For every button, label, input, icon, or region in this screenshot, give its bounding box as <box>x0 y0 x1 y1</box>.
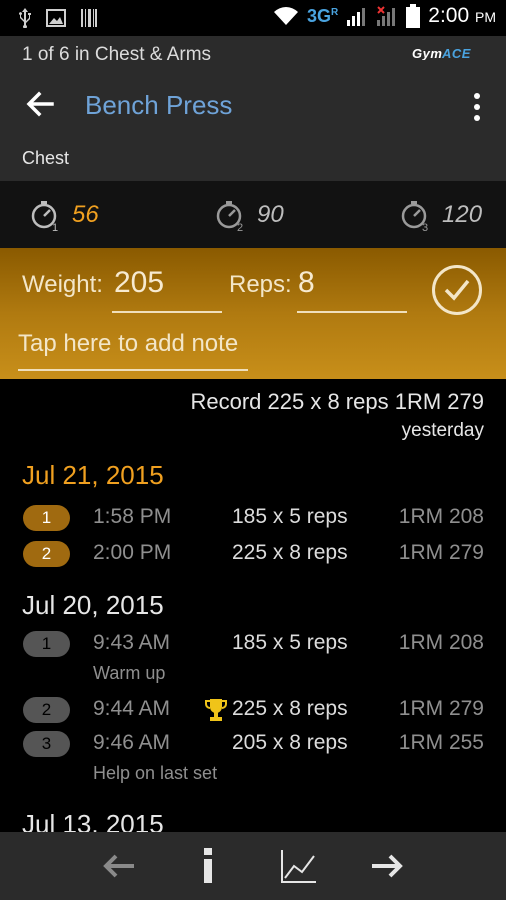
svg-text:Gym: Gym <box>412 46 442 60</box>
exercise-category: Chest <box>22 148 70 168</box>
next-arrow-icon[interactable] <box>366 844 410 888</box>
save-set-button[interactable] <box>432 265 482 315</box>
history-row[interactable]: 3 9:46 AM 205 x 8 reps 1RM 255 <box>0 729 506 759</box>
set-number-badge: 2 <box>23 541 70 567</box>
weight-underline <box>112 311 222 313</box>
set-number-badge: 1 <box>23 631 70 657</box>
rest-timers: 1 56 2 90 3 120 <box>0 181 506 248</box>
clock-ampm: PM <box>475 9 496 25</box>
stopwatch-icon: 2 <box>216 201 243 233</box>
history-row[interactable]: 2 2:00 PM 225 x 8 reps 1RM 279 <box>0 539 506 569</box>
reps-input[interactable]: 8 <box>298 266 315 300</box>
svg-text:1: 1 <box>52 222 58 233</box>
reps-label: Reps: <box>229 271 292 298</box>
back-arrow-icon[interactable] <box>22 86 58 122</box>
info-icon[interactable] <box>186 844 230 888</box>
set-detail: 205 x 8 reps <box>232 731 348 754</box>
svg-text:ACE: ACE <box>441 46 471 60</box>
roaming-indicator: R <box>331 6 339 18</box>
set-1rm: 1RM 208 <box>398 505 484 528</box>
checkmark-icon <box>444 279 470 301</box>
set-detail: 225 x 8 reps <box>232 697 348 720</box>
svg-text:2: 2 <box>237 222 243 233</box>
set-time: 9:43 AM <box>93 631 171 654</box>
stopwatch-icon: 1 <box>31 201 58 233</box>
battery-icon <box>406 4 421 28</box>
barcode-icon <box>81 9 97 27</box>
previous-arrow-icon[interactable] <box>96 844 140 888</box>
timer-value: 90 <box>257 201 284 228</box>
history-row[interactable]: 1 9:43 AM 185 x 5 reps 1RM 208 <box>0 629 506 659</box>
app-logo: Gym ACE <box>412 46 484 63</box>
set-note: Warm up <box>93 663 166 683</box>
chart-icon[interactable] <box>276 844 320 888</box>
image-icon <box>46 9 66 27</box>
network-type: 3GR <box>307 6 338 27</box>
history-row[interactable]: 1 1:58 PM 185 x 5 reps 1RM 208 <box>0 503 506 533</box>
timer-value: 120 <box>442 201 483 228</box>
note-underline <box>18 369 248 371</box>
set-detail: 185 x 5 reps <box>232 505 348 528</box>
history-date: Jul 20, 2015 <box>22 590 164 620</box>
timer-2[interactable]: 2 90 <box>213 197 284 233</box>
exercise-title: Bench Press <box>85 90 233 120</box>
bottom-nav <box>0 832 506 900</box>
app-header: 1 of 6 in Chest & Arms Gym ACE Bench Pre… <box>0 36 506 181</box>
timer-1[interactable]: 1 56 <box>28 197 99 233</box>
weight-input[interactable]: 205 <box>114 266 164 300</box>
set-note: Help on last set <box>93 763 218 783</box>
set-1rm: 1RM 279 <box>398 697 484 720</box>
wifi-icon <box>274 7 299 25</box>
set-time: 2:00 PM <box>93 541 172 564</box>
svg-text:3: 3 <box>422 222 428 233</box>
network-label: 3G <box>307 5 332 26</box>
set-time: 9:46 AM <box>93 731 171 754</box>
breadcrumb: 1 of 6 in Chest & Arms <box>22 44 212 65</box>
timer-value: 56 <box>72 201 99 228</box>
set-number-badge: 3 <box>23 731 70 757</box>
set-entry-panel: Weight: 205 Reps: 8 Tap here to add note <box>0 248 506 379</box>
history-row[interactable]: 2 9:44 AM 225 x 8 reps 1RM 279 <box>0 695 506 725</box>
clock-time: 2:00 <box>428 4 470 27</box>
system-icons: 3GR 2:00 PM <box>273 4 496 28</box>
set-number-badge: 2 <box>23 697 70 723</box>
set-1rm: 1RM 255 <box>398 731 484 754</box>
set-time: 9:44 AM <box>93 697 171 720</box>
signal-icon <box>347 8 366 26</box>
timer-3[interactable]: 3 120 <box>398 197 482 233</box>
note-input[interactable]: Tap here to add note <box>18 330 238 358</box>
record-date: yesterday <box>401 420 484 441</box>
set-number-badge: 1 <box>23 505 70 531</box>
personal-record: Record 225 x 8 reps 1RM 279 <box>190 389 485 414</box>
set-detail: 225 x 8 reps <box>232 541 348 564</box>
notification-icons <box>18 8 98 28</box>
weight-label: Weight: <box>22 271 103 298</box>
set-1rm: 1RM 208 <box>398 631 484 654</box>
set-time: 1:58 PM <box>93 505 172 528</box>
clock: 2:00 PM <box>428 4 496 28</box>
reps-underline <box>297 311 407 313</box>
gymace-logo: Gym ACE <box>412 46 471 61</box>
set-detail: 185 x 5 reps <box>232 631 348 654</box>
trophy-icon <box>205 699 227 721</box>
no-signal-icon <box>377 6 396 26</box>
history-date: Jul 21, 2015 <box>22 460 164 490</box>
stopwatch-icon: 3 <box>401 201 428 233</box>
set-1rm: 1RM 279 <box>398 541 484 564</box>
overflow-menu-icon[interactable] <box>470 92 484 122</box>
status-bar: 3GR 2:00 PM <box>0 0 506 36</box>
usb-icon <box>19 8 31 28</box>
